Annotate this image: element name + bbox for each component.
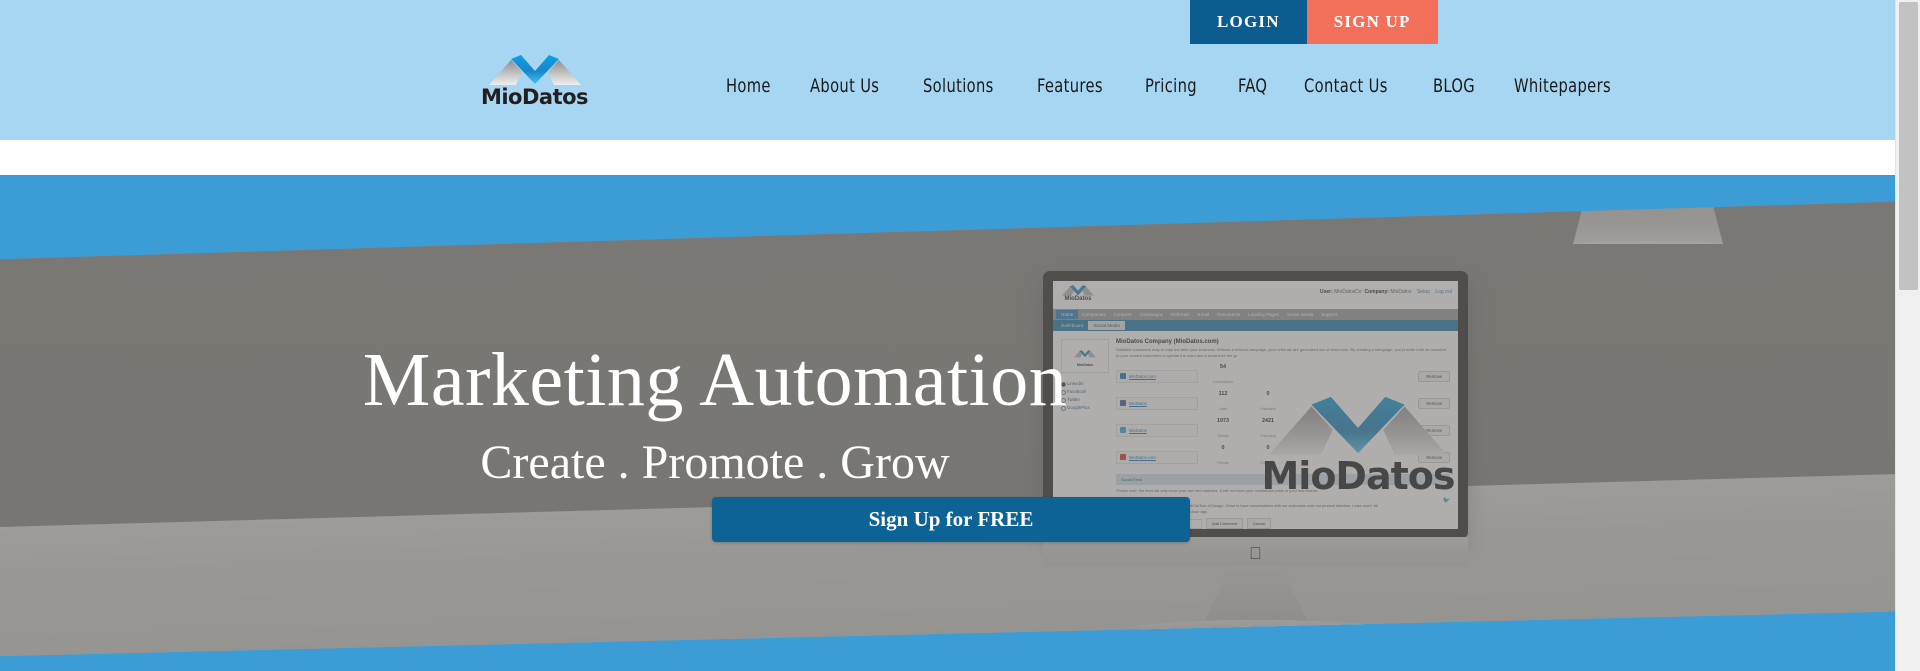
miodatos-m-logo-icon xyxy=(488,55,581,85)
site-header: LOGIN SIGN UP MioDatos Home About Us Sol… xyxy=(0,0,1895,140)
nav-item-features[interactable]: Features xyxy=(1037,75,1103,97)
logo-wordmark: MioDatos xyxy=(480,85,589,109)
hero-subtitle: Create . Promote . Grow xyxy=(480,436,950,489)
nav-item-solutions[interactable]: Solutions xyxy=(923,75,994,97)
nav-item-faq[interactable]: FAQ xyxy=(1238,75,1267,97)
hero-title: Marketing Automation xyxy=(362,338,1068,422)
nav-item-about-us[interactable]: About Us xyxy=(810,75,879,97)
nav-item-whitepapers[interactable]: Whitepapers xyxy=(1514,75,1611,97)
scrollbar-thumb[interactable] xyxy=(1899,2,1918,290)
auth-button-group: LOGIN SIGN UP xyxy=(1190,0,1438,44)
signup-for-free-button[interactable]: Sign Up for FREE xyxy=(712,497,1190,542)
nav-item-contact-us[interactable]: Contact Us xyxy=(1304,75,1388,97)
nav-item-home[interactable]: Home xyxy=(726,75,771,97)
login-button[interactable]: LOGIN xyxy=(1190,0,1307,44)
hero-section: MioDatos User: MioDatosCo Company: MioDa… xyxy=(0,175,1895,671)
site-logo[interactable]: MioDatos xyxy=(481,52,589,110)
main-navigation: Home About Us Solutions Features Pricing… xyxy=(726,72,1627,100)
vertical-scrollbar[interactable] xyxy=(1895,0,1920,671)
hero-content: Marketing Automation Create . Promote . … xyxy=(0,175,1895,671)
nav-item-pricing[interactable]: Pricing xyxy=(1145,75,1197,97)
nav-item-blog[interactable]: BLOG xyxy=(1433,75,1475,97)
signup-button[interactable]: SIGN UP xyxy=(1306,0,1438,44)
header-white-spacer xyxy=(0,140,1895,175)
page-viewport: LOGIN SIGN UP MioDatos Home About Us Sol… xyxy=(0,0,1895,671)
